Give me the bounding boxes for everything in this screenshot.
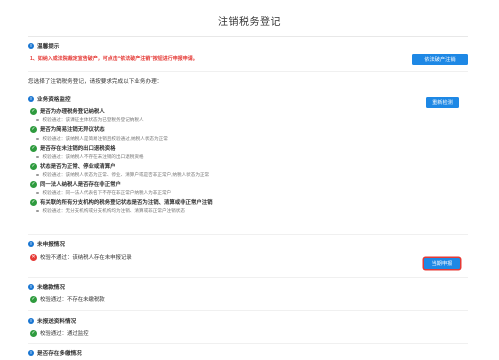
info-icon: ! xyxy=(28,318,34,324)
intro-text: 您选择了注销税务登记，请按要求完成以下业务办理： xyxy=(28,79,163,85)
qual-item: ✓ 同一法人纳税人是否存在非正常户 xyxy=(30,180,121,188)
bankruptcy-cancel-button[interactable]: 依法破产注销 xyxy=(412,54,468,65)
divider xyxy=(28,343,468,344)
info-icon: ! xyxy=(28,43,34,49)
qual-detail: 校验通过：该纳税人是简易注销且校验通过,纳税人状态为正常 xyxy=(36,136,168,142)
divider xyxy=(28,234,468,235)
info-icon: ! xyxy=(28,96,34,102)
divider xyxy=(28,310,468,311)
qual-item: ✓ 状态是否为正常、停业或清算户 xyxy=(30,162,116,170)
unpaid-heading: ! 未缴款情况 xyxy=(28,282,65,292)
undeclared-heading: ! 未申报情况 xyxy=(28,239,65,249)
check-icon: ✓ xyxy=(30,125,37,133)
qual-detail: 校验通过：该纳税人不存在未注销的出口退税资格 xyxy=(36,154,144,160)
qual-detail: 校验通过：该课征主体状态为已登税务登记纳税人 xyxy=(36,117,144,123)
reminder-text: 1、如纳入或法院裁定宣告破产，可点击“依法破产注销”按钮进行申报申请。 xyxy=(30,56,198,62)
qual-item: ✓ 是否为办理税务登记纳税人 xyxy=(30,107,105,115)
multi-report-heading: ! 是否存在多缴情况 xyxy=(28,348,82,358)
check-icon: ✓ xyxy=(30,180,37,188)
divider xyxy=(28,36,468,37)
current-declare-button[interactable]: 当期申报 xyxy=(424,258,460,269)
divider xyxy=(28,71,468,72)
qual-detail: 校验通过：无分支机构或分支机构均为注销、清算或非正常户注销状态 xyxy=(36,208,185,214)
qual-item: ✓ 是否存在未注销的出口退税资格 xyxy=(30,144,116,152)
info-icon: ! xyxy=(28,350,34,356)
check-icon: ✓ xyxy=(30,107,37,115)
unreported-docs-heading: ! 未报送资料情况 xyxy=(28,316,76,326)
divider xyxy=(28,277,468,278)
qualification-heading: ! 业务资格监控 xyxy=(28,94,71,104)
undeclared-result: ✕ 校验不通过：该纳税人存在未申报记录 xyxy=(30,253,132,261)
cross-icon: ✕ xyxy=(30,253,37,261)
info-icon: ! xyxy=(28,241,34,247)
unpaid-result: ✓ 校验通过：不存在未缴税款 xyxy=(30,295,105,303)
qual-detail: 校验通过：该纳税人状态为正常、停业、清算户或是否非正常户,纳税人状态为正常 xyxy=(36,172,209,178)
reminder-heading: ! 温馨提示 xyxy=(28,41,59,51)
info-icon: ! xyxy=(28,284,34,290)
check-icon: ✓ xyxy=(30,198,37,206)
qual-item: ✓ 有关联的所有分支机构的税务登记状态是否为注销、清算或非正常户注销 xyxy=(30,198,213,206)
recheck-button[interactable]: 重新检测 xyxy=(426,97,459,108)
qual-detail: 校验通过：同一法人代表名下不存在非正常户纳税人为非正常户 xyxy=(36,190,171,196)
check-icon: ✓ xyxy=(30,295,37,303)
check-icon: ✓ xyxy=(30,329,37,337)
qual-item: ✓ 是否为简易注销无异议状态 xyxy=(30,125,105,133)
page-title: 注销税务登记 xyxy=(218,17,281,28)
unreported-docs-result: ✓ 校验通过：通过监控 xyxy=(30,329,89,337)
check-icon: ✓ xyxy=(30,162,37,170)
check-icon: ✓ xyxy=(30,144,37,152)
